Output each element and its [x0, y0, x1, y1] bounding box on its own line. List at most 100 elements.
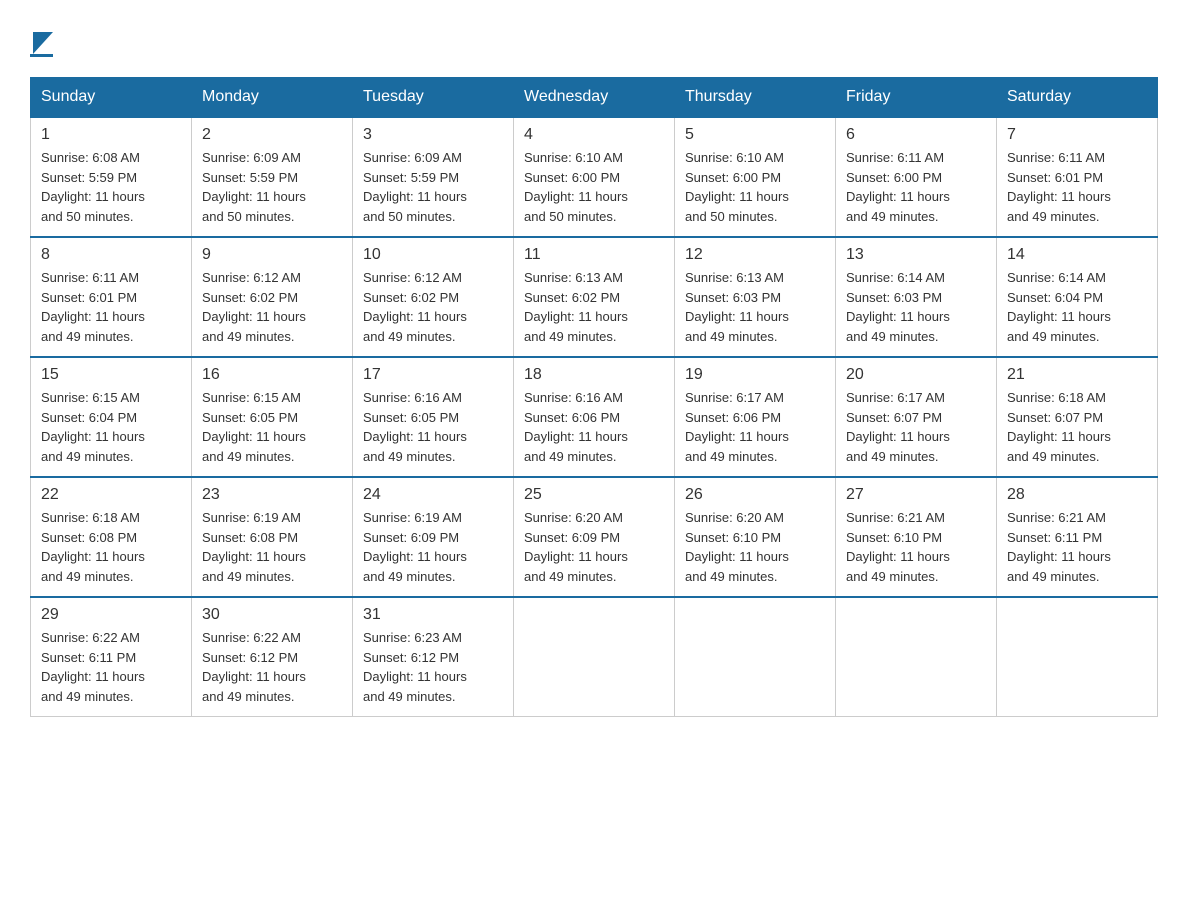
day-info: Sunrise: 6:09 AMSunset: 5:59 PMDaylight:… [202, 148, 342, 226]
day-number: 27 [846, 486, 986, 504]
day-number: 11 [524, 246, 664, 264]
day-info: Sunrise: 6:11 AMSunset: 6:01 PMDaylight:… [41, 268, 181, 346]
calendar-cell: 14Sunrise: 6:14 AMSunset: 6:04 PMDayligh… [997, 237, 1158, 357]
calendar-cell: 2 Sunrise: 6:09 AMSunset: 5:59 PMDaylight… [192, 117, 353, 237]
calendar-cell: 20Sunrise: 6:17 AMSunset: 6:07 PMDayligh… [836, 357, 997, 477]
calendar-cell: 10 Sunrise: 6:12 AMSunset: 6:02 PMDayligh… [353, 237, 514, 357]
calendar-cell: 23 Sunrise: 6:19 AMSunset: 6:08 PMDayligh… [192, 477, 353, 597]
day-number: 12 [685, 246, 825, 264]
calendar-week-4: 22 Sunrise: 6:18 AMSunset: 6:08 PMDayligh… [31, 477, 1158, 597]
day-info: Sunrise: 6:14 AMSunset: 6:03 PMDaylight:… [846, 268, 986, 346]
day-number: 3 [363, 126, 503, 144]
day-number: 21 [1007, 366, 1147, 384]
day-info: Sunrise: 6:22 AMSunset: 6:12 PMDaylight:… [202, 628, 342, 706]
calendar-cell: 31 Sunrise: 6:23 AMSunset: 6:12 PMDayligh… [353, 597, 514, 717]
calendar-cell: 5Sunrise: 6:10 AMSunset: 6:00 PMDaylight… [675, 117, 836, 237]
day-number: 23 [202, 486, 342, 504]
calendar-cell: 13 Sunrise: 6:14 AMSunset: 6:03 PMDayligh… [836, 237, 997, 357]
day-number: 29 [41, 606, 181, 624]
day-number: 13 [846, 246, 986, 264]
calendar-cell: 12Sunrise: 6:13 AMSunset: 6:03 PMDayligh… [675, 237, 836, 357]
calendar-cell: 9 Sunrise: 6:12 AMSunset: 6:02 PMDaylight… [192, 237, 353, 357]
calendar-week-5: 29 Sunrise: 6:22 AMSunset: 6:11 PMDayligh… [31, 597, 1158, 717]
day-number: 2 [202, 126, 342, 144]
day-info: Sunrise: 6:13 AMSunset: 6:02 PMDaylight:… [524, 268, 664, 346]
logo-underline [30, 54, 53, 57]
calendar-cell: 6Sunrise: 6:11 AMSunset: 6:00 PMDaylight… [836, 117, 997, 237]
logo-arrow-icon [33, 32, 53, 54]
day-number: 7 [1007, 126, 1147, 144]
day-number: 19 [685, 366, 825, 384]
calendar-cell: 18 Sunrise: 6:16 AMSunset: 6:06 PMDayligh… [514, 357, 675, 477]
day-number: 15 [41, 366, 181, 384]
day-info: Sunrise: 6:19 AMSunset: 6:09 PMDaylight:… [363, 508, 503, 586]
day-info: Sunrise: 6:18 AMSunset: 6:07 PMDaylight:… [1007, 388, 1147, 466]
day-info: Sunrise: 6:21 AMSunset: 6:10 PMDaylight:… [846, 508, 986, 586]
day-info: Sunrise: 6:18 AMSunset: 6:08 PMDaylight:… [41, 508, 181, 586]
day-info: Sunrise: 6:16 AMSunset: 6:06 PMDaylight:… [524, 388, 664, 466]
day-info: Sunrise: 6:15 AMSunset: 6:04 PMDaylight:… [41, 388, 181, 466]
day-number: 31 [363, 606, 503, 624]
calendar-cell: 26 Sunrise: 6:20 AMSunset: 6:10 PMDayligh… [675, 477, 836, 597]
calendar-cell: 30 Sunrise: 6:22 AMSunset: 6:12 PMDayligh… [192, 597, 353, 717]
header-wednesday: Wednesday [514, 78, 675, 118]
day-number: 26 [685, 486, 825, 504]
day-info: Sunrise: 6:12 AMSunset: 6:02 PMDaylight:… [202, 268, 342, 346]
calendar-week-3: 15 Sunrise: 6:15 AMSunset: 6:04 PMDayligh… [31, 357, 1158, 477]
day-info: Sunrise: 6:14 AMSunset: 6:04 PMDaylight:… [1007, 268, 1147, 346]
day-info: Sunrise: 6:11 AMSunset: 6:01 PMDaylight:… [1007, 148, 1147, 226]
calendar-cell: 8 Sunrise: 6:11 AMSunset: 6:01 PMDaylight… [31, 237, 192, 357]
header-sunday: Sunday [31, 78, 192, 118]
calendar-cell: 27 Sunrise: 6:21 AMSunset: 6:10 PMDayligh… [836, 477, 997, 597]
calendar-cell: 15 Sunrise: 6:15 AMSunset: 6:04 PMDayligh… [31, 357, 192, 477]
calendar-cell: 24 Sunrise: 6:19 AMSunset: 6:09 PMDayligh… [353, 477, 514, 597]
day-number: 6 [846, 126, 986, 144]
calendar-cell: 16 Sunrise: 6:15 AMSunset: 6:05 PMDayligh… [192, 357, 353, 477]
day-number: 10 [363, 246, 503, 264]
header-thursday: Thursday [675, 78, 836, 118]
calendar-week-1: 1Sunrise: 6:08 AMSunset: 5:59 PMDaylight… [31, 117, 1158, 237]
day-info: Sunrise: 6:21 AMSunset: 6:11 PMDaylight:… [1007, 508, 1147, 586]
calendar-cell [997, 597, 1158, 717]
calendar-cell: 7 Sunrise: 6:11 AMSunset: 6:01 PMDaylight… [997, 117, 1158, 237]
day-info: Sunrise: 6:22 AMSunset: 6:11 PMDaylight:… [41, 628, 181, 706]
day-number: 24 [363, 486, 503, 504]
calendar-cell: 28 Sunrise: 6:21 AMSunset: 6:11 PMDayligh… [997, 477, 1158, 597]
day-info: Sunrise: 6:23 AMSunset: 6:12 PMDaylight:… [363, 628, 503, 706]
day-number: 17 [363, 366, 503, 384]
day-info: Sunrise: 6:20 AMSunset: 6:09 PMDaylight:… [524, 508, 664, 586]
day-number: 5 [685, 126, 825, 144]
calendar-cell: 21 Sunrise: 6:18 AMSunset: 6:07 PMDayligh… [997, 357, 1158, 477]
day-info: Sunrise: 6:08 AMSunset: 5:59 PMDaylight:… [41, 148, 181, 226]
calendar-cell: 11 Sunrise: 6:13 AMSunset: 6:02 PMDayligh… [514, 237, 675, 357]
day-number: 16 [202, 366, 342, 384]
day-number: 4 [524, 126, 664, 144]
header-saturday: Saturday [997, 78, 1158, 118]
calendar-table: SundayMondayTuesdayWednesdayThursdayFrid… [30, 77, 1158, 717]
day-info: Sunrise: 6:20 AMSunset: 6:10 PMDaylight:… [685, 508, 825, 586]
calendar-cell: 25Sunrise: 6:20 AMSunset: 6:09 PMDayligh… [514, 477, 675, 597]
day-number: 28 [1007, 486, 1147, 504]
day-number: 22 [41, 486, 181, 504]
header-tuesday: Tuesday [353, 78, 514, 118]
logo [30, 30, 53, 57]
calendar-cell: 17 Sunrise: 6:16 AMSunset: 6:05 PMDayligh… [353, 357, 514, 477]
day-info: Sunrise: 6:12 AMSunset: 6:02 PMDaylight:… [363, 268, 503, 346]
calendar-cell: 19 Sunrise: 6:17 AMSunset: 6:06 PMDayligh… [675, 357, 836, 477]
calendar-cell [836, 597, 997, 717]
calendar-week-2: 8 Sunrise: 6:11 AMSunset: 6:01 PMDaylight… [31, 237, 1158, 357]
day-info: Sunrise: 6:17 AMSunset: 6:07 PMDaylight:… [846, 388, 986, 466]
day-info: Sunrise: 6:19 AMSunset: 6:08 PMDaylight:… [202, 508, 342, 586]
day-number: 18 [524, 366, 664, 384]
calendar-cell: 1Sunrise: 6:08 AMSunset: 5:59 PMDaylight… [31, 117, 192, 237]
day-info: Sunrise: 6:17 AMSunset: 6:06 PMDaylight:… [685, 388, 825, 466]
day-info: Sunrise: 6:15 AMSunset: 6:05 PMDaylight:… [202, 388, 342, 466]
day-number: 30 [202, 606, 342, 624]
day-number: 9 [202, 246, 342, 264]
day-number: 8 [41, 246, 181, 264]
calendar-header-row: SundayMondayTuesdayWednesdayThursdayFrid… [31, 78, 1158, 118]
day-info: Sunrise: 6:09 AMSunset: 5:59 PMDaylight:… [363, 148, 503, 226]
calendar-cell [675, 597, 836, 717]
day-info: Sunrise: 6:16 AMSunset: 6:05 PMDaylight:… [363, 388, 503, 466]
calendar-cell: 4Sunrise: 6:10 AMSunset: 6:00 PMDaylight… [514, 117, 675, 237]
